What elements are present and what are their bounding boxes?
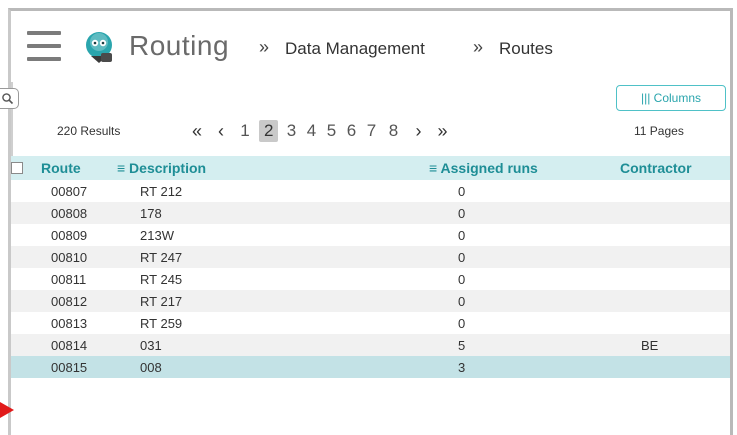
app-logo-icon (86, 32, 112, 63)
page-8[interactable]: 8 (381, 121, 405, 141)
column-header-route[interactable]: Route (41, 160, 81, 176)
table-row[interactable]: 00807 RT 212 0 (11, 180, 730, 202)
table-row[interactable]: 00809 213W 0 (11, 224, 730, 246)
table-header: Route ≡ Description ≡ Assigned runs Cont… (11, 156, 730, 180)
route-cell: 00808 (51, 206, 88, 221)
route-cell: 00809 (51, 228, 88, 243)
route-cell: 00807 (51, 184, 88, 199)
route-cell: 00811 (51, 272, 87, 287)
search-icon (2, 93, 14, 105)
page-5[interactable]: 5 (321, 121, 341, 141)
assigned-runs-cell: 0 (458, 250, 466, 265)
column-header-description[interactable]: ≡ Description (117, 160, 206, 176)
pages-count: 11 Pages (634, 124, 684, 138)
route-cell: 00813 (51, 316, 88, 331)
assigned-runs-cell: 0 (458, 228, 466, 243)
pointer-arrow-icon (0, 402, 14, 418)
menu-icon[interactable] (27, 31, 61, 61)
description-cell: 008 (140, 360, 162, 375)
description-cell: RT 259 (140, 316, 183, 331)
assigned-runs-cell: 0 (458, 316, 466, 331)
breadcrumb-routes[interactable]: Routes (499, 39, 553, 59)
table-body: 00807 RT 212 0 00808 178 0 00809 213W 0 00810 RT 2… (11, 180, 730, 378)
description-cell: RT 245 (140, 272, 183, 287)
page-1[interactable]: 1 (234, 121, 256, 141)
pagination: « ‹ 1 2 3 4 5 6 7 8 › » (186, 118, 453, 144)
last-page-button[interactable]: » (431, 121, 453, 142)
assigned-runs-cell: 5 (458, 338, 466, 353)
route-cell: 00814 (51, 338, 88, 353)
table-row[interactable]: 00810 RT 247 0 (11, 246, 730, 268)
results-count: 220 Results (57, 124, 121, 138)
next-page-button[interactable]: › (405, 121, 431, 142)
description-cell: 031 (140, 338, 162, 353)
route-cell: 00815 (51, 360, 88, 375)
description-cell: RT 247 (140, 250, 183, 265)
columns-button[interactable]: ||| Columns (616, 85, 726, 111)
breadcrumb-separator: » (473, 37, 484, 57)
breadcrumb-data-management[interactable]: Data Management (285, 39, 425, 59)
table-row[interactable]: 00815 008 3 (11, 356, 730, 378)
app-header: Routing » Data Management » Routes (11, 11, 730, 83)
first-page-button[interactable]: « (186, 121, 208, 142)
route-cell: 00812 (51, 294, 88, 309)
column-header-contractor[interactable]: Contractor (620, 160, 692, 176)
assigned-runs-cell: 0 (458, 206, 466, 221)
description-cell: RT 212 (140, 184, 183, 199)
table-row[interactable]: 00811 RT 245 0 (11, 268, 730, 290)
table-row[interactable]: 00812 RT 217 0 (11, 290, 730, 312)
assigned-runs-cell: 0 (458, 184, 466, 199)
select-all-checkbox[interactable] (11, 162, 23, 174)
table-row[interactable]: 00813 RT 259 0 (11, 312, 730, 334)
app-name[interactable]: Routing (129, 30, 229, 62)
assigned-runs-cell: 0 (458, 294, 466, 309)
table-row[interactable]: 00814 031 5 BE (11, 334, 730, 356)
page-6[interactable]: 6 (341, 121, 361, 141)
description-cell: RT 217 (140, 294, 183, 309)
page-4[interactable]: 4 (301, 121, 321, 141)
description-cell: 213W (140, 228, 174, 243)
column-header-assigned-runs[interactable]: ≡ Assigned runs (429, 160, 538, 176)
table-row[interactable]: 00808 178 0 (11, 202, 730, 224)
assigned-runs-cell: 3 (458, 360, 466, 375)
route-cell: 00810 (51, 250, 88, 265)
assigned-runs-cell: 0 (458, 272, 466, 287)
page-2-current[interactable]: 2 (259, 120, 279, 142)
search-button[interactable] (0, 88, 19, 109)
prev-page-button[interactable]: ‹ (208, 121, 234, 142)
contractor-cell: BE (641, 338, 659, 353)
description-cell: 178 (140, 206, 162, 221)
page-3[interactable]: 3 (281, 121, 301, 141)
breadcrumb-separator: » (259, 37, 270, 57)
page-7[interactable]: 7 (361, 121, 381, 141)
